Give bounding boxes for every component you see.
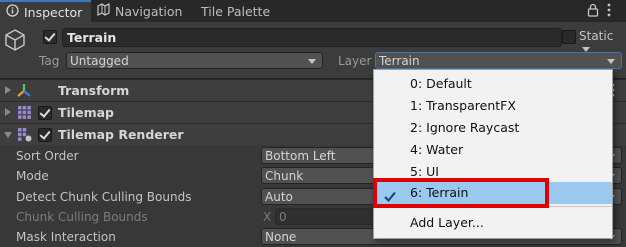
layer-option-transparentfx[interactable]: 1: TransparentFX xyxy=(374,95,612,117)
chevron-down-icon xyxy=(607,59,615,64)
tag-label: Tag xyxy=(39,54,60,68)
property-label: Mask Interaction xyxy=(16,230,116,244)
property-label: Detect Chunk Culling Bounds xyxy=(16,190,192,204)
tab-menu-icon[interactable] xyxy=(607,3,611,20)
active-checkbox[interactable] xyxy=(43,30,57,44)
add-layer-label: Add Layer... xyxy=(410,215,484,230)
chunk-culling-x-field: 0 xyxy=(275,208,375,225)
tab-navigation[interactable]: Navigation xyxy=(97,0,197,22)
layer-value: Terrain xyxy=(379,54,420,68)
foldout-arrow-icon[interactable] xyxy=(4,132,12,138)
tilemap-enabled-checkbox[interactable] xyxy=(38,106,52,120)
tilemap-renderer-enabled-checkbox[interactable] xyxy=(38,128,52,142)
layer-option-water[interactable]: 4: Water xyxy=(374,139,612,161)
foldout-arrow-icon[interactable] xyxy=(5,86,11,94)
tab-inspector-label: Inspector xyxy=(24,4,83,20)
tilemap-icon xyxy=(18,106,31,122)
tilemap-renderer-icon xyxy=(18,128,32,145)
static-checkbox[interactable] xyxy=(562,30,576,44)
mask-interaction-value: None xyxy=(265,230,297,244)
layer-popup-menu: 0: Default 1: TransparentFX 2: Ignore Ra… xyxy=(373,69,613,239)
tab-tile-palette-label: Tile Palette xyxy=(201,3,271,19)
property-label: Sort Order xyxy=(16,149,79,163)
tag-value: Untagged xyxy=(70,54,129,68)
sort-order-value: Bottom Left xyxy=(265,149,336,163)
component-title-tilemap-renderer: Tilemap Renderer xyxy=(58,127,184,142)
component-title-transform: Transform xyxy=(58,83,130,98)
chunk-culling-x-value: 0 xyxy=(279,210,287,224)
layer-label: Layer xyxy=(338,54,372,68)
layer-option-label: 6: Terrain xyxy=(410,185,469,200)
layer-option-label: 0: Default xyxy=(410,76,472,91)
tab-bar: Inspector Navigation Tile Palette xyxy=(0,0,626,22)
detect-chunk-culling-value: Auto xyxy=(265,190,293,204)
tab-tile-palette[interactable]: Tile Palette xyxy=(201,0,281,22)
name-field[interactable]: Terrain xyxy=(62,28,562,47)
layer-option-label: 2: Ignore Raycast xyxy=(410,120,520,135)
layer-option-label: 4: Water xyxy=(410,142,464,157)
lock-icon[interactable] xyxy=(587,3,599,20)
info-icon xyxy=(6,4,19,20)
mode-value: Chunk xyxy=(265,169,304,183)
layer-option-ignore-raycast[interactable]: 2: Ignore Raycast xyxy=(374,117,612,139)
layer-option-ui[interactable]: 5: UI xyxy=(374,161,612,183)
static-label: Static xyxy=(579,29,614,43)
component-title-tilemap: Tilemap xyxy=(58,105,114,120)
tab-navigation-label: Navigation xyxy=(115,3,183,19)
tab-inspector[interactable]: Inspector xyxy=(0,0,91,22)
property-label: Mode xyxy=(16,169,49,183)
layer-dropdown[interactable]: Terrain xyxy=(375,52,622,69)
tag-dropdown[interactable]: Untagged xyxy=(66,52,323,69)
layer-option-terrain[interactable]: 6: Terrain xyxy=(374,182,612,204)
property-label: Chunk Culling Bounds xyxy=(16,210,148,224)
layer-option-default[interactable]: 0: Default xyxy=(374,73,612,95)
chevron-down-icon xyxy=(308,59,316,64)
navigation-icon xyxy=(97,3,110,19)
add-layer-option[interactable]: Add Layer... xyxy=(374,212,612,234)
gameobject-cube-icon xyxy=(4,28,26,55)
menu-divider xyxy=(374,206,612,207)
layer-option-label: 5: UI xyxy=(410,164,439,179)
layer-option-label: 1: TransparentFX xyxy=(410,98,516,113)
axis-label-x: X xyxy=(263,210,272,224)
foldout-arrow-icon[interactable] xyxy=(5,108,11,116)
transform-icon xyxy=(16,83,32,102)
